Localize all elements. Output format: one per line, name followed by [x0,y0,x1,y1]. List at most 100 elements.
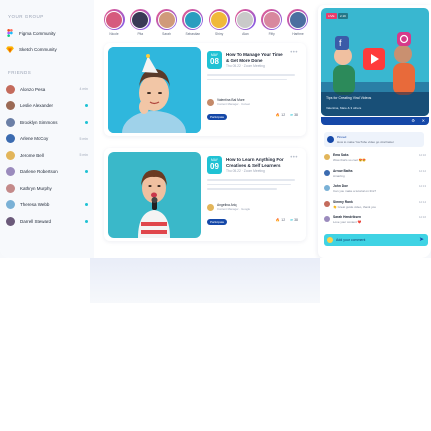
share-icon: ➦ [290,218,294,222]
figma-icon [6,29,14,38]
avatar [6,183,15,193]
close-icon[interactable]: ✕ [422,118,425,123]
comment-item: Arrow Baths Amazing 12:12 [324,169,426,185]
more-options-icon[interactable]: ••• [290,155,298,161]
comment-author: John Doe [333,184,349,188]
send-icon[interactable]: ➤ [419,237,424,243]
comment-time: 12:13 [419,184,426,188]
avatar [324,185,330,191]
host-role: Content Manager · Cozeet [217,102,250,106]
friend-item[interactable]: Brooklyn Simmons [6,114,88,131]
like-count[interactable]: 🔥 12 [276,218,285,222]
sidebar-group-figma[interactable]: Figma Community [6,25,88,42]
friend-name: Alonzo Pesa [20,86,46,92]
friend-name: Brooklyn Simmons [20,119,58,125]
friend-item[interactable]: Leslie Alexander [6,98,88,115]
share-icon: ➦ [290,113,294,117]
friend-name: Arlene McCoy [20,136,49,142]
event-card[interactable]: MAY 09 How to Learn Anything For Creativ… [104,148,306,241]
avatar [6,150,15,160]
sidebar-group-sketch[interactable]: Sketch Community [6,42,88,59]
story-item[interactable]: Sebastian [182,9,204,37]
story-avatar [287,9,309,30]
story-item[interactable]: Shiny [208,9,230,37]
friend-item[interactable]: Kathryn Murphy [6,180,88,197]
share-count[interactable]: ➦ 38 [290,218,298,222]
comment-item: Ema Saks Wow that's so cool 😍😍 12:10 [324,153,426,169]
flame-icon: 🔥 [275,113,281,117]
settings-icon[interactable]: ⚙ [411,118,415,123]
comment-author: Simmy Rank [333,199,353,204]
host-role: Content Manager · Google [217,207,251,211]
story-avatar [129,9,151,30]
avatar [207,98,214,106]
event-day: 08 [210,57,219,66]
comment-time: 12:16 [419,215,426,219]
like-count[interactable]: 🔥 12 [276,113,285,117]
friend-item[interactable]: Alonzo Pesa 4 min [6,81,88,98]
avatar [6,134,15,144]
comment-item: Simmy Rank 👏 Great guide video, thank you… [324,200,426,216]
event-subtitle: Thu 05.22 · Zoom Meeting [226,64,265,68]
live-video-player[interactable]: f LIVE 2.1K Tips for Creating Viral Vide… [321,8,429,116]
event-card[interactable]: MAY 08 How To Manage Your Time & Get Mor… [104,43,306,136]
avatar [6,84,15,94]
story-item[interactable]: Fifty [261,9,283,37]
story-item[interactable]: Haritme [287,9,309,37]
participate-button[interactable]: Participate [207,114,228,120]
online-indicator [85,120,88,124]
story-item[interactable]: Alan [234,9,256,37]
story-name: Fifty [268,32,275,36]
group-label: Sketch Community [19,47,57,53]
friend-name: Leslie Alexander [20,103,54,109]
comment-author: Arrow Baths [333,168,353,173]
pinned-message[interactable]: Pinned How to make YouTube video go vira… [324,132,424,147]
app-screen: YOUR GROUP Figma Community Sketch Commun… [0,0,431,258]
story-avatar [208,9,230,30]
event-stats: 🔥 12 ➦ 38 [276,218,298,222]
avatar [6,101,15,111]
shadow-floor [90,258,320,303]
avatar [207,203,214,211]
story-avatar [156,9,178,30]
friend-item[interactable]: Darlene Robertson [6,164,88,181]
last-seen: 5 min [79,153,88,158]
last-seen: 5 min [79,136,88,141]
share-count[interactable]: ➦ 38 [290,113,298,117]
friend-item[interactable]: Jerome Bell 5 min [6,147,88,164]
story-name: Pita [137,32,144,36]
event-title: How To Manage Your Time & Get More Done [226,52,283,63]
online-indicator [85,219,88,223]
friend-name: Darlene Robertson [20,169,58,175]
comment-time: 12:10 [419,153,426,157]
story-item[interactable]: Sarah [156,9,178,37]
avatar [324,169,330,176]
sketch-icon [6,46,14,54]
comment-text: Amazing [333,173,345,178]
avatar [6,117,15,127]
participate-button[interactable]: Participate [207,219,228,225]
friend-item[interactable]: Theresa Webb [6,197,88,214]
friend-item[interactable]: Darrell Steward [6,213,88,230]
more-options-icon[interactable]: ••• [290,50,298,56]
friend-name: Theresa Webb [20,202,50,208]
friends-list: Alonzo Pesa 4 min Leslie Alexander Brooklyn… [6,81,88,230]
comment-item: Sarah Hendriksen Love your content ❤️ 12:1… [324,215,426,231]
event-subtitle: Thu 05.22 · Zoom Meeting [226,169,265,173]
comments-list: Ema Saks Wow that's so cool 😍😍 12:10 Arrow … [324,153,426,231]
comment-time: 12:12 [419,168,426,173]
story-item[interactable]: Nicole [103,9,125,37]
flame-icon: 🔥 [275,218,281,222]
event-host[interactable]: Angelina Ariq Content Manager · Google [207,203,250,211]
story-name: Alan [242,32,249,36]
story-item[interactable]: Pita [129,9,151,37]
event-stats: 🔥 12 ➦ 38 [276,113,298,117]
live-host: Valentina, Mare & 3 others [326,106,362,110]
stories-row: Nicole Pita Sarah Sebastian Shiny Alan Fifty Ha… [103,9,309,37]
comment-input[interactable]: Add your comment ➤ [324,234,428,246]
emoji-icon[interactable] [327,237,333,243]
event-host[interactable]: Valentina Bal Mure Content Manager · Coz… [207,98,250,106]
last-seen: 4 min [79,87,88,92]
pin-icon [327,136,334,143]
friend-item[interactable]: Arlene McCoy 5 min [6,131,88,148]
